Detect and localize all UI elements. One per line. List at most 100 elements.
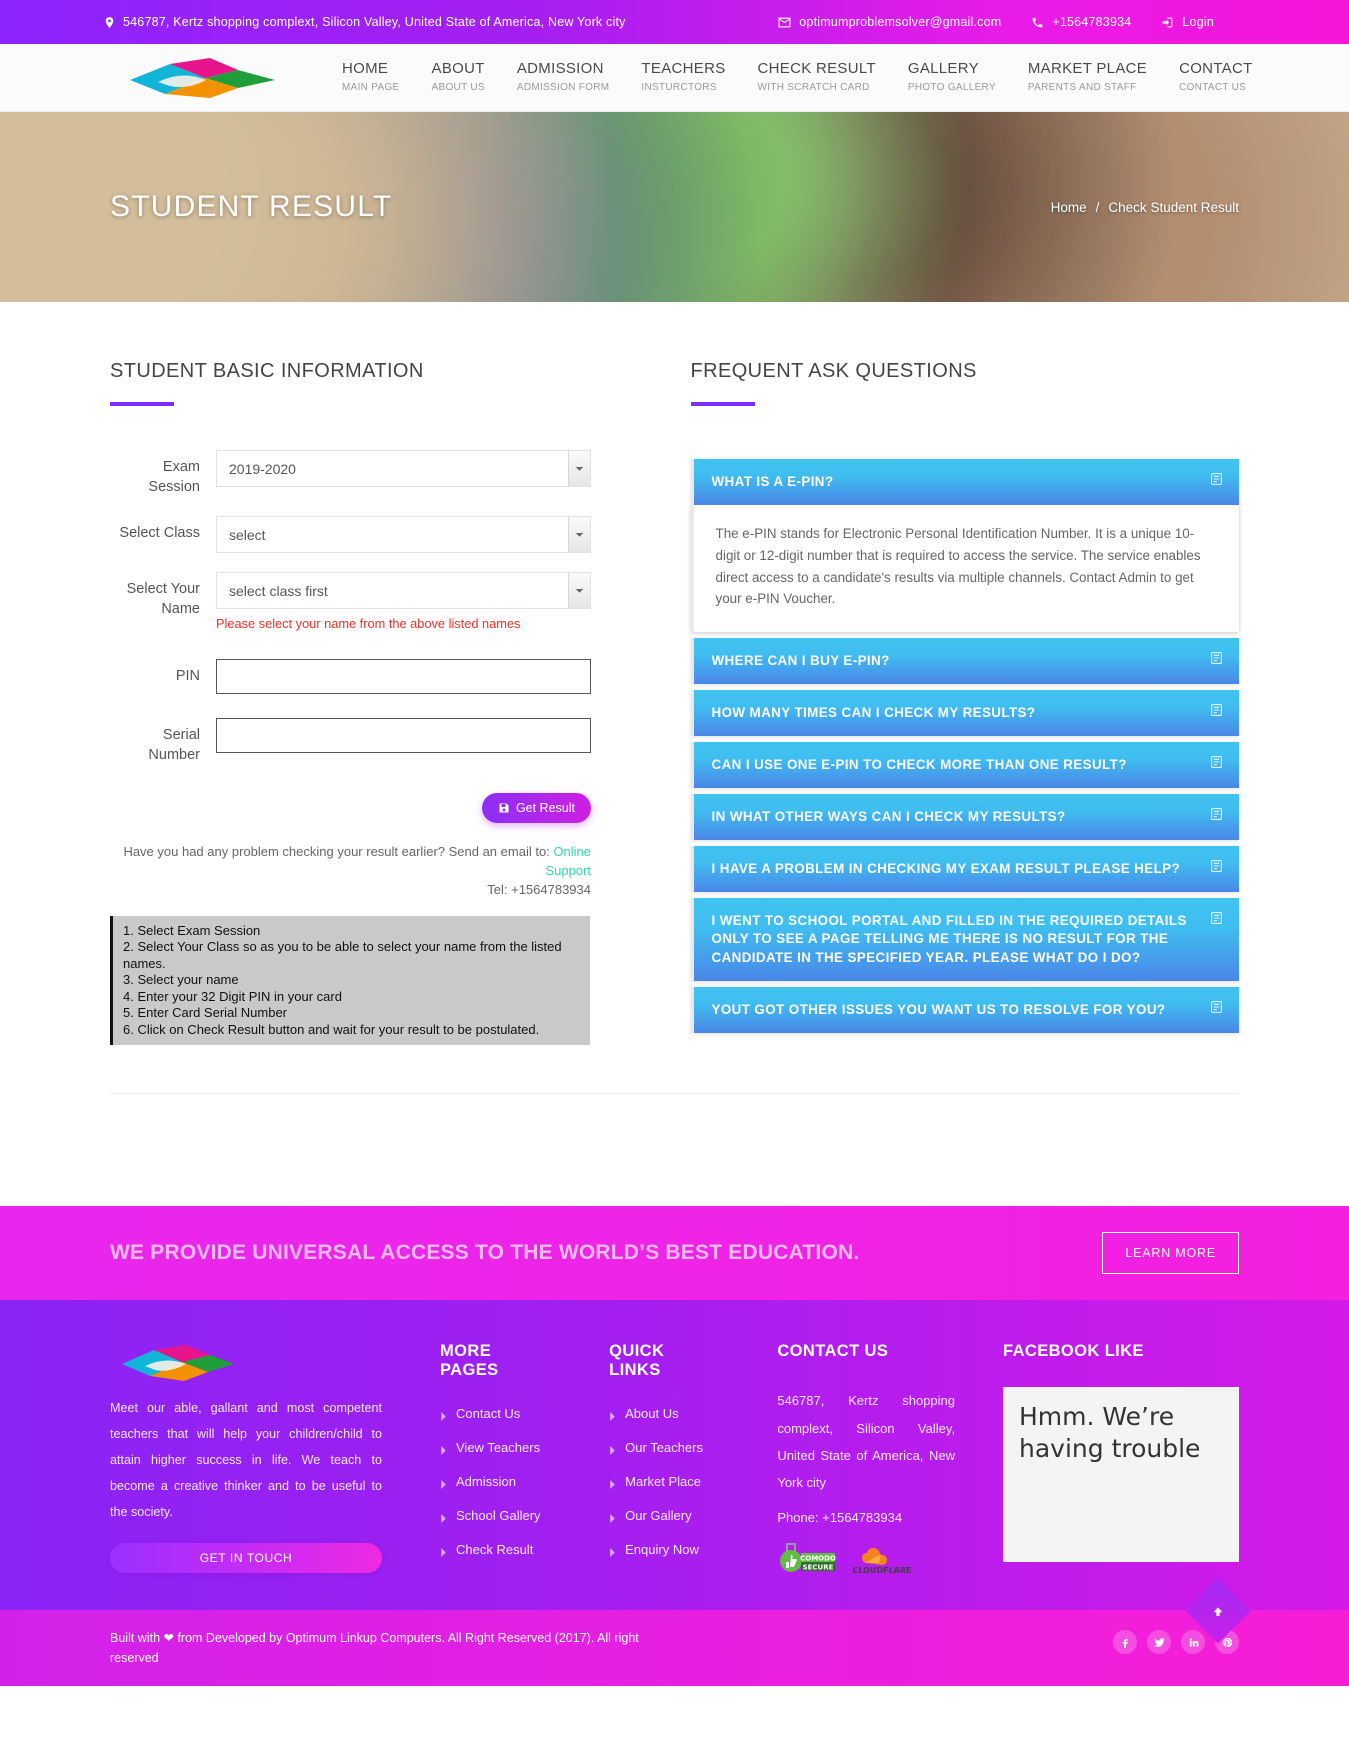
field-select-class: Select Class select (110, 516, 652, 554)
footer-link-label: Our Gallery (625, 1508, 692, 1524)
footer-facebook-title: FACEBOOK LIKE (1003, 1342, 1144, 1361)
twitter-icon[interactable] (1147, 1630, 1171, 1655)
get-in-touch-button[interactable]: GET IN TOUCH (110, 1543, 382, 1574)
student-info-panel: STUDENT BASIC INFORMATION Exam Session 2… (110, 360, 652, 1046)
nav-item-check-result[interactable]: CHECK RESULT WITH SCRATCH CARD (742, 60, 892, 94)
faq-question-header[interactable]: I WENT TO SCHOOL PORTAL AND FILLED IN TH… (690, 898, 1239, 981)
faq-toggle-icon (1210, 1000, 1223, 1014)
nav-item-contact[interactable]: CONTACT CONTACT US (1163, 60, 1268, 94)
footer-more-pages: MORE PAGES Contact Us View Teachers Admi… (440, 1342, 553, 1580)
faq-question-header[interactable]: WHAT IS A E-PIN? (690, 459, 1239, 506)
submit-row: Get Result (110, 793, 591, 824)
faq-toggle-icon (1210, 807, 1223, 821)
pin-input[interactable] (216, 659, 591, 695)
footer-contact-title: CONTACT US (777, 1342, 889, 1361)
title-underline (690, 402, 755, 406)
faq-toggle-icon (1210, 859, 1223, 873)
footer-link-about-us[interactable]: About Us (609, 1406, 719, 1422)
topbar-address-text: 546787, Kertz shopping complext, Silicon… (123, 15, 626, 29)
footer-link-market-place[interactable]: Market Place (609, 1474, 719, 1490)
faq-item: YOUT GOT OTHER ISSUES YOU WANT US TO RES… (690, 986, 1239, 1033)
faq-question-header[interactable]: IN WHAT OTHER WAYS CAN I CHECK MY RESULT… (690, 794, 1239, 841)
faq-title: FREQUENT ASK QUESTIONS (690, 360, 977, 382)
faq-question-header[interactable]: YOUT GOT OTHER ISSUES YOU WANT US TO RES… (690, 986, 1239, 1033)
topbar-login[interactable]: Login (1161, 15, 1214, 29)
serial-number-input[interactable] (216, 718, 591, 754)
select-name-select[interactable]: select class first (216, 572, 591, 610)
main-navbar: HOME MAIN PAGE ABOUT ABOUT US ADMISSION … (0, 44, 1349, 112)
faq-item: HOW MANY TIMES CAN I CHECK MY RESULTS? (690, 690, 1239, 737)
faq-toggle-icon (1210, 651, 1223, 665)
nav-item-market-place[interactable]: MARKET PLACE PARENTS AND STAFF (1012, 60, 1163, 94)
list-item: 6. Click on Check Result button and wait… (123, 1021, 540, 1037)
select-class-select[interactable]: select (216, 516, 591, 554)
topbar-email[interactable]: optimumproblemsolver@gmail.com (778, 15, 1001, 29)
faq-question-text: WHERE CAN I BUY E-PIN? (711, 652, 890, 668)
page-hero-banner: STUDENT RESULT Home / Check Student Resu… (0, 112, 1349, 302)
footer-link-admission[interactable]: Admission (440, 1474, 553, 1490)
select-class-value: select (229, 526, 266, 543)
breadcrumb-home[interactable]: Home (1051, 200, 1087, 215)
facebook-icon[interactable] (1113, 1630, 1137, 1655)
nav-label: CHECK RESULT (757, 60, 876, 78)
faq-question-text: I HAVE A PROBLEM IN CHECKING MY EXAM RES… (711, 861, 1181, 877)
page-root: 546787, Kertz shopping complext, Silicon… (0, 0, 1349, 1687)
footer-link-check-result[interactable]: Check Result (440, 1542, 553, 1558)
footer-link-contact-us[interactable]: Contact Us (440, 1406, 553, 1422)
site-logo[interactable] (110, 56, 290, 100)
topbar-phone[interactable]: +1564783934 (1031, 15, 1131, 29)
save-disk-icon (498, 802, 510, 814)
footer-link-enquiry-now[interactable]: Enquiry Now (609, 1542, 719, 1558)
main-content: STUDENT BASIC INFORMATION Exam Session 2… (0, 302, 1349, 1046)
footer-link-school-gallery[interactable]: School Gallery (440, 1508, 553, 1524)
footer-link-view-teachers[interactable]: View Teachers (440, 1440, 553, 1456)
nav-sublabel: ADMISSION FORM (516, 82, 610, 94)
support-help-text: Have you had any problem checking your r… (110, 843, 591, 900)
faq-toggle-icon (1210, 911, 1223, 925)
nav-label: TEACHERS (641, 60, 726, 78)
faq-question-text: CAN I USE ONE E-PIN TO CHECK MORE THAN O… (711, 757, 1127, 773)
student-result-form: Exam Session 2019-2020 Select Class sele… (110, 450, 652, 1046)
nav-sublabel: MAIN PAGE (342, 82, 400, 94)
list-item: 1. Select Exam Session (123, 922, 261, 938)
nav-sublabel: PHOTO GALLERY (907, 82, 996, 94)
get-result-button[interactable]: Get Result (481, 793, 591, 824)
learn-more-button[interactable]: LEARN MORE (1102, 1232, 1239, 1275)
location-pin-icon (103, 16, 116, 29)
footer-logo[interactable] (110, 1342, 238, 1384)
faq-item: WHERE CAN I BUY E-PIN? (690, 637, 1239, 684)
topbar-right-group: optimumproblemsolver@gmail.com +15647839… (778, 15, 1214, 29)
online-support-link[interactable]: Online Support (545, 844, 591, 878)
caret-right-icon (440, 1409, 447, 1422)
faq-panel: FREQUENT ASK QUESTIONS WHAT IS A E-PIN? … (690, 360, 1239, 1045)
faq-question-header[interactable]: WHERE CAN I BUY E-PIN? (690, 637, 1239, 684)
nav-sublabel: WITH SCRATCH CARD (757, 82, 870, 94)
footer-link-our-teachers[interactable]: Our Teachers (609, 1440, 719, 1456)
faq-question-header[interactable]: CAN I USE ONE E-PIN TO CHECK MORE THAN O… (690, 742, 1239, 789)
linkedin-icon[interactable] (1181, 1630, 1205, 1655)
select-name-label: Select Your Name (126, 581, 200, 617)
faq-question-header[interactable]: HOW MANY TIMES CAN I CHECK MY RESULTS? (690, 690, 1239, 737)
nav-item-teachers[interactable]: TEACHERS INSTURCTORS (625, 60, 741, 94)
phone-icon (1031, 16, 1044, 29)
select-class-label: Select Class (119, 525, 200, 542)
cta-text-accent: EDUCATION. (728, 1241, 860, 1265)
footer-link-label: Our Teachers (625, 1440, 703, 1456)
nav-item-admission[interactable]: ADMISSION ADMISSION FORM (501, 60, 626, 94)
nav-item-gallery[interactable]: GALLERY PHOTO GALLERY (892, 60, 1012, 94)
nav-item-home[interactable]: HOME MAIN PAGE (326, 60, 416, 94)
faq-item: IN WHAT OTHER WAYS CAN I CHECK MY RESULT… (690, 794, 1239, 841)
exam-session-select[interactable]: 2019-2020 (216, 450, 591, 487)
comodo-secure-badge: COMODO SECURE (777, 1541, 837, 1580)
faq-item: WHAT IS A E-PIN? The e-PIN stands for El… (690, 459, 1239, 632)
faq-question-header[interactable]: I HAVE A PROBLEM IN CHECKING MY EXAM RES… (690, 846, 1239, 893)
faq-answer: The e-PIN stands for Electronic Personal… (690, 505, 1239, 632)
nav-sublabel: PARENTS AND STAFF (1027, 82, 1137, 94)
nav-label: MARKET PLACE (1027, 60, 1148, 78)
nav-label: CONTACT (1179, 60, 1253, 78)
serial-number-label: Serial Number (148, 727, 200, 763)
footer-link-our-gallery[interactable]: Our Gallery (609, 1508, 719, 1524)
exam-session-value: 2019-2020 (229, 460, 296, 477)
nav-item-about[interactable]: ABOUT ABOUT US (416, 60, 501, 94)
footer-contact: CONTACT US 546787, Kertz shopping comple… (777, 1342, 955, 1580)
